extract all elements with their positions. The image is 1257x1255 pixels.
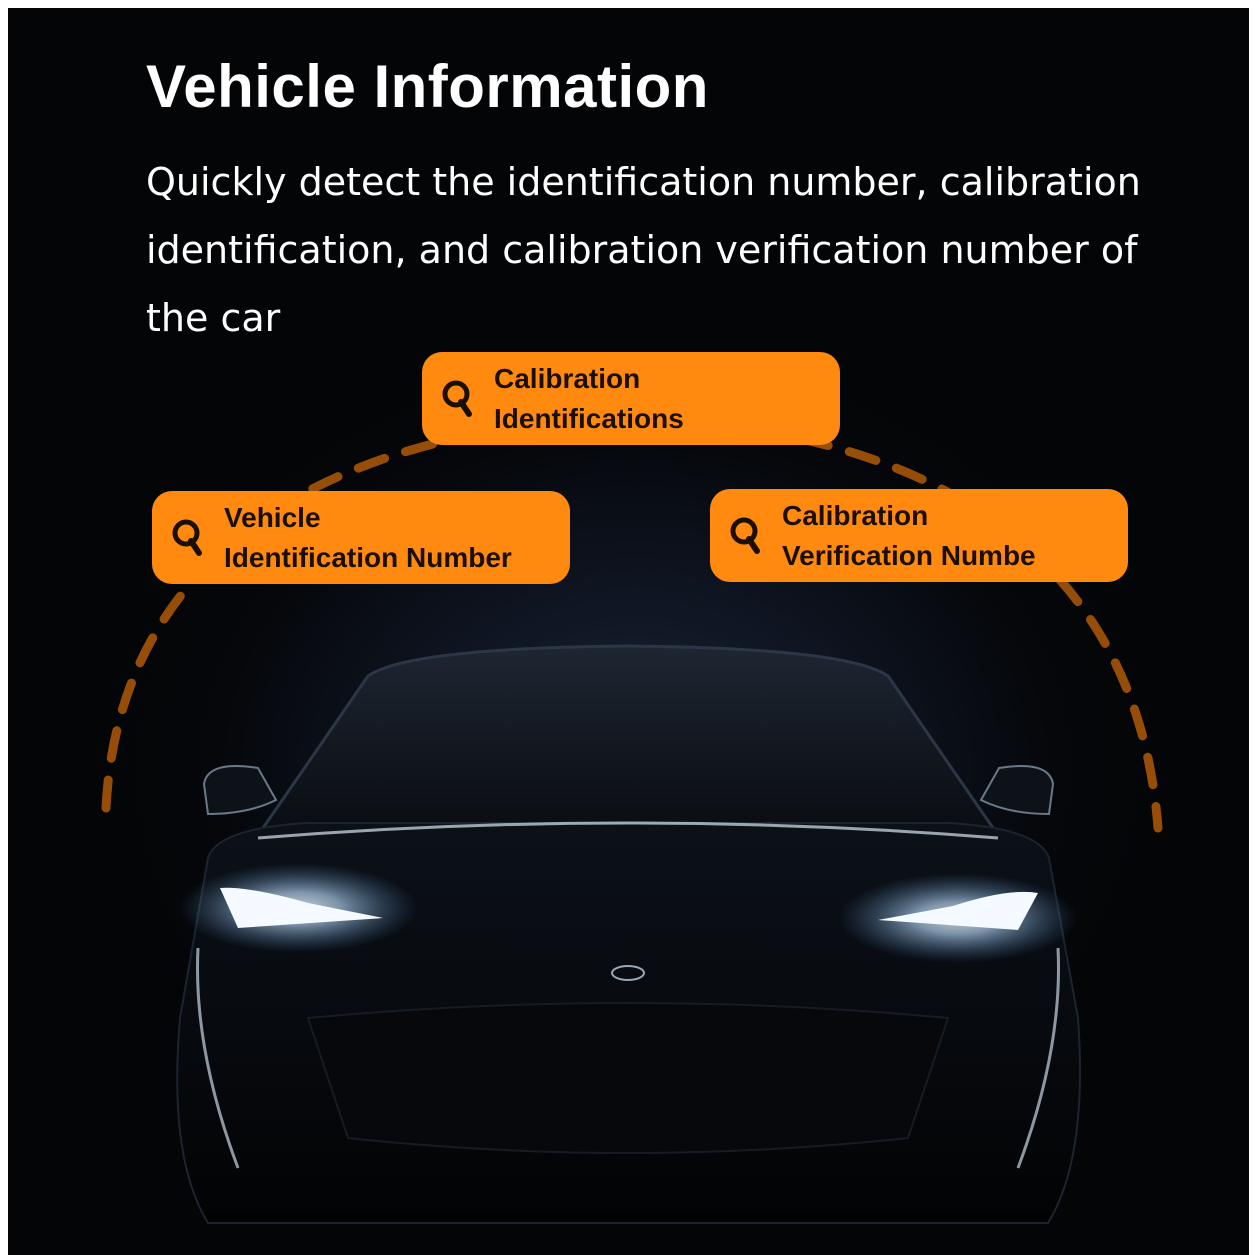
calibration-identifications-badge: Calibration Identifications (422, 352, 840, 445)
vehicle-identification-number-badge: Vehicle Identification Number (152, 491, 570, 584)
magnifier-icon (730, 517, 760, 554)
feature-label: Calibration Verification Numbe (782, 499, 1036, 571)
feature-label: Calibration Identifications (494, 362, 684, 434)
magnifier-icon (172, 519, 202, 556)
vehicle-info-panel: Vehicle Information Quickly detect the i… (8, 8, 1249, 1255)
feature-label: Vehicle Identification Number (224, 501, 512, 573)
magnifier-icon (442, 380, 472, 417)
car-illustration (176, 644, 1081, 1224)
calibration-verification-number-badge: Calibration Verification Numbe (710, 489, 1128, 582)
